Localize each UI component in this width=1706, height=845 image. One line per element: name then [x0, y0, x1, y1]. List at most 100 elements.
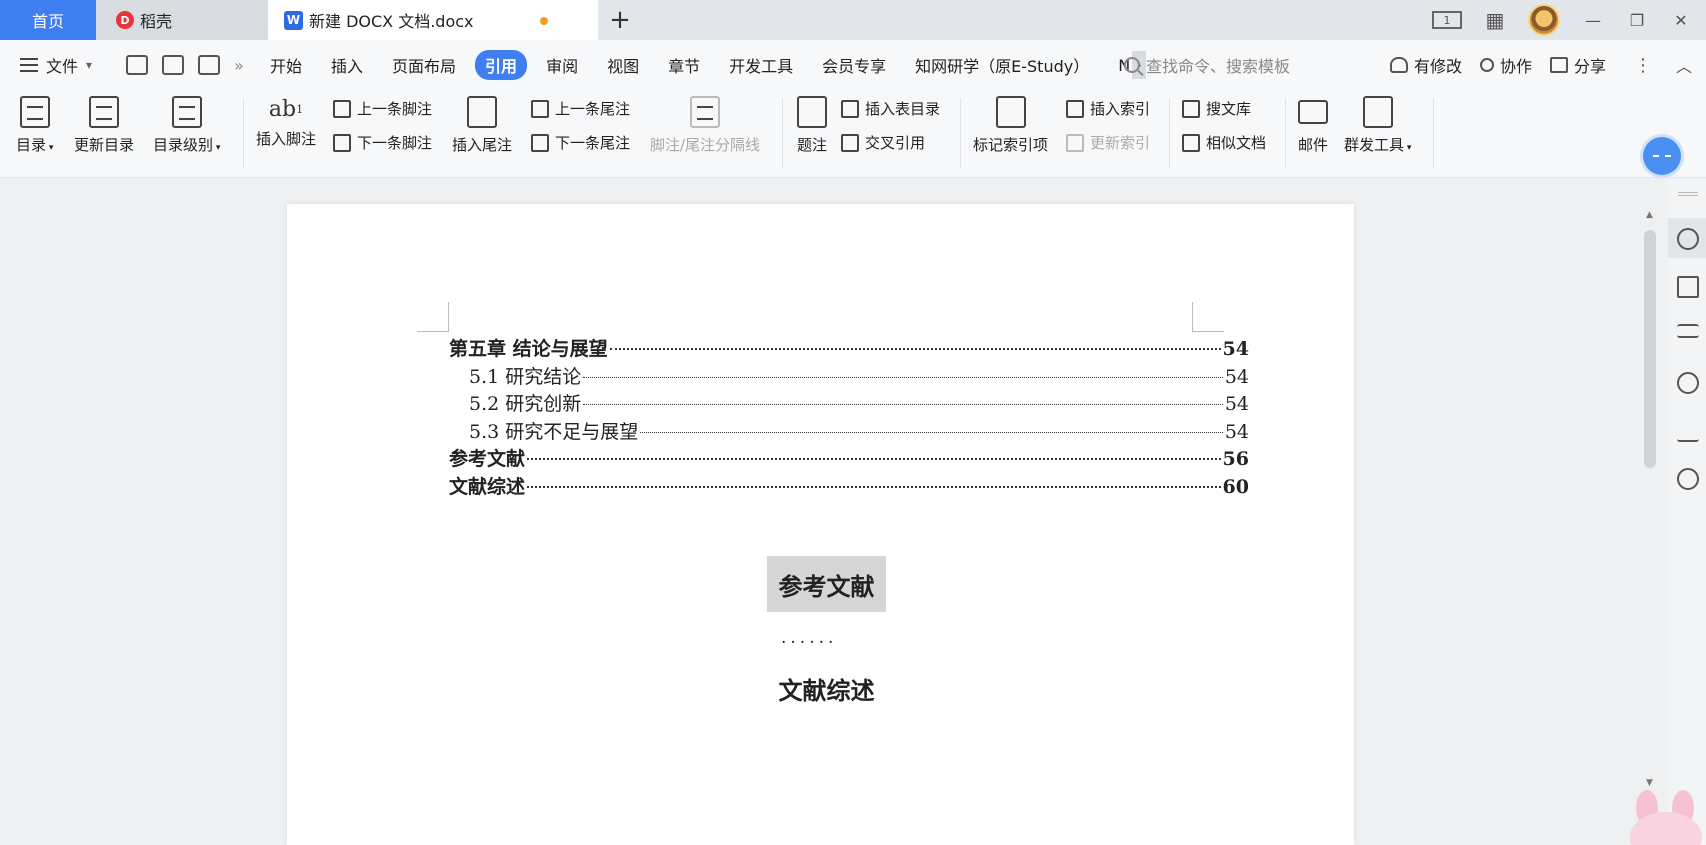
tab-bar: 首页 D 稻壳 W 新建 DOCX 文档.docx + 1 ▦ — ❐ ✕ [0, 0, 1706, 40]
minimize-icon[interactable]: — [1582, 9, 1604, 31]
right-tool-rail [1668, 180, 1706, 845]
toc-label: 目录 ▾ [16, 136, 54, 154]
ribbon-divider [1433, 98, 1434, 168]
update-index-icon [1066, 133, 1084, 152]
vertical-scrollbar[interactable]: ▲ ▼ [1640, 180, 1662, 790]
tab-home[interactable]: 首页 [0, 0, 96, 40]
insert-footnote-button[interactable]: ab 1 插入脚注 [256, 90, 316, 149]
avatar[interactable] [1528, 4, 1560, 36]
rocket-icon[interactable] [1677, 228, 1699, 250]
layout-toggle-icon[interactable]: 1 [1432, 11, 1462, 29]
cursor-select-icon[interactable] [1677, 276, 1699, 298]
collaborate-button[interactable]: 协作 [1479, 53, 1532, 77]
ellipsis-text[interactable]: ...... [781, 628, 837, 648]
cross-reference-icon [841, 133, 859, 152]
heading-literature-review[interactable]: 文献综述 [767, 671, 886, 706]
update-toc-label: 更新目录 [74, 136, 135, 154]
lightning-icon[interactable] [1677, 468, 1699, 490]
toc-level-button[interactable]: 目录级别 ▾ [153, 96, 220, 155]
close-icon[interactable]: ✕ [1670, 9, 1692, 31]
next-endnote-button[interactable]: 下一条尾注 [531, 132, 630, 153]
tab-page-layout[interactable]: 页面布局 [382, 50, 466, 80]
tab-view[interactable]: 视图 [597, 50, 649, 80]
hamburger-icon [20, 58, 38, 72]
toc-entry[interactable]: 5.1 研究结论 54 [449, 362, 1249, 390]
insert-endnote-label: 插入尾注 [452, 136, 513, 154]
scrollbar-thumb[interactable] [1644, 230, 1656, 468]
print-icon[interactable] [198, 55, 220, 75]
update-index-button[interactable]: 更新索引 [1066, 132, 1150, 153]
similar-docs-icon [1182, 133, 1200, 152]
toc-leader [640, 431, 1223, 433]
collapse-ribbon-icon[interactable]: ︿ [1676, 53, 1692, 77]
help-icon[interactable] [1677, 372, 1699, 394]
insert-endnote-button[interactable]: 插入尾注 [452, 96, 512, 155]
toc-entry[interactable]: 文献综述 60 [449, 472, 1249, 500]
grid-apps-icon[interactable]: ▦ [1484, 8, 1506, 32]
cross-reference-button[interactable]: 交叉引用 [841, 132, 925, 153]
tab-references[interactable]: 引用 [475, 50, 528, 80]
tab-cnki[interactable]: 知网研学（原E-Study） [905, 50, 1099, 80]
tab-review[interactable]: 审阅 [536, 50, 588, 80]
toc-entry[interactable]: 第五章 结论与展望 54 [449, 334, 1249, 362]
tab-document[interactable]: W 新建 DOCX 文档.docx [268, 0, 598, 40]
heading-references[interactable]: 参考文献 [767, 556, 886, 612]
insert-index-button[interactable]: 插入索引 [1066, 98, 1150, 119]
caption-button[interactable]: 题注 [797, 96, 827, 155]
search-library-button[interactable]: 搜文库 [1182, 98, 1251, 119]
more-quick-icon[interactable]: » [234, 56, 244, 75]
tab-insert[interactable]: 插入 [321, 50, 373, 80]
command-search[interactable]: 查找命令、搜索模板 [1124, 53, 1290, 77]
toc-entry-page: 54 [1222, 338, 1249, 360]
more-options-icon[interactable]: ⋮ [1634, 55, 1652, 76]
document-page[interactable]: 第五章 结论与展望 54 5.1 研究结论 54 5.2 研究创新 54 5.3… [287, 204, 1354, 845]
search-library-icon [1182, 99, 1200, 118]
share-button[interactable]: 分享 [1549, 53, 1606, 77]
similar-docs-button[interactable]: 相似文档 [1182, 132, 1266, 153]
tab-section[interactable]: 章节 [658, 50, 710, 80]
file-menu-button[interactable]: 文件 ▾ [0, 53, 112, 77]
toc-entry-page: 56 [1222, 448, 1249, 471]
insert-table-of-figures-button[interactable]: 插入表目录 [841, 98, 940, 119]
prev-endnote-label: 上一条尾注 [555, 100, 631, 118]
prev-endnote-button[interactable]: 上一条尾注 [531, 98, 630, 119]
header-actions: 有修改 协作 分享 ⋮ ︿ [1389, 53, 1692, 77]
restore-icon[interactable]: ❐ [1626, 9, 1648, 31]
tab-daoke[interactable]: D 稻壳 [96, 0, 268, 40]
toc-button[interactable]: 目录 ▾ [16, 96, 53, 155]
modified-button[interactable]: 有修改 [1389, 53, 1462, 77]
toc-entry-title: 5.1 研究结论 [469, 365, 582, 388]
table-of-figures-icon [841, 99, 859, 118]
new-tab-button[interactable]: + [598, 0, 642, 40]
update-index-label: 更新索引 [1090, 134, 1151, 152]
tab-start[interactable]: 开始 [260, 50, 312, 80]
pen-icon[interactable] [1677, 420, 1699, 442]
scroll-down-icon[interactable]: ▼ [1646, 778, 1653, 788]
prev-footnote-icon [333, 99, 351, 118]
mark-index-label: 标记索引项 [973, 136, 1049, 154]
toc-entry-page: 54 [1224, 365, 1249, 388]
toc-entry[interactable]: 5.3 研究不足与展望 54 [449, 417, 1249, 445]
endnote-icon [467, 96, 497, 128]
scroll-up-icon[interactable]: ▲ [1646, 210, 1653, 220]
save-icon[interactable] [126, 55, 148, 75]
toc-entry[interactable]: 5.2 研究创新 54 [449, 389, 1249, 417]
note-separator-button[interactable]: 脚注/尾注分隔线 [650, 96, 760, 155]
search-placeholder: 查找命令、搜索模板 [1146, 57, 1291, 76]
mass-tools-button[interactable]: 群发工具 ▾ [1344, 96, 1411, 155]
mark-index-button[interactable]: 标记索引项 [973, 96, 1048, 155]
tab-developer[interactable]: 开发工具 [719, 50, 803, 80]
next-footnote-button[interactable]: 下一条脚注 [333, 132, 432, 153]
prev-footnote-button[interactable]: 上一条脚注 [333, 98, 432, 119]
update-toc-button[interactable]: 更新目录 [74, 96, 134, 155]
tab-member[interactable]: 会员专享 [812, 50, 896, 80]
mail-button[interactable]: 邮件 [1298, 96, 1328, 155]
mascot-image[interactable] [1626, 790, 1706, 845]
export-pdf-icon[interactable] [162, 55, 184, 75]
adjust-sliders-icon[interactable] [1677, 324, 1699, 338]
mass-tools-icon [1362, 96, 1393, 128]
floating-assistant-button[interactable] [1643, 137, 1681, 175]
toc-icon [19, 96, 50, 128]
next-footnote-icon [333, 133, 351, 152]
toc-entry[interactable]: 参考文献 56 [449, 444, 1249, 472]
